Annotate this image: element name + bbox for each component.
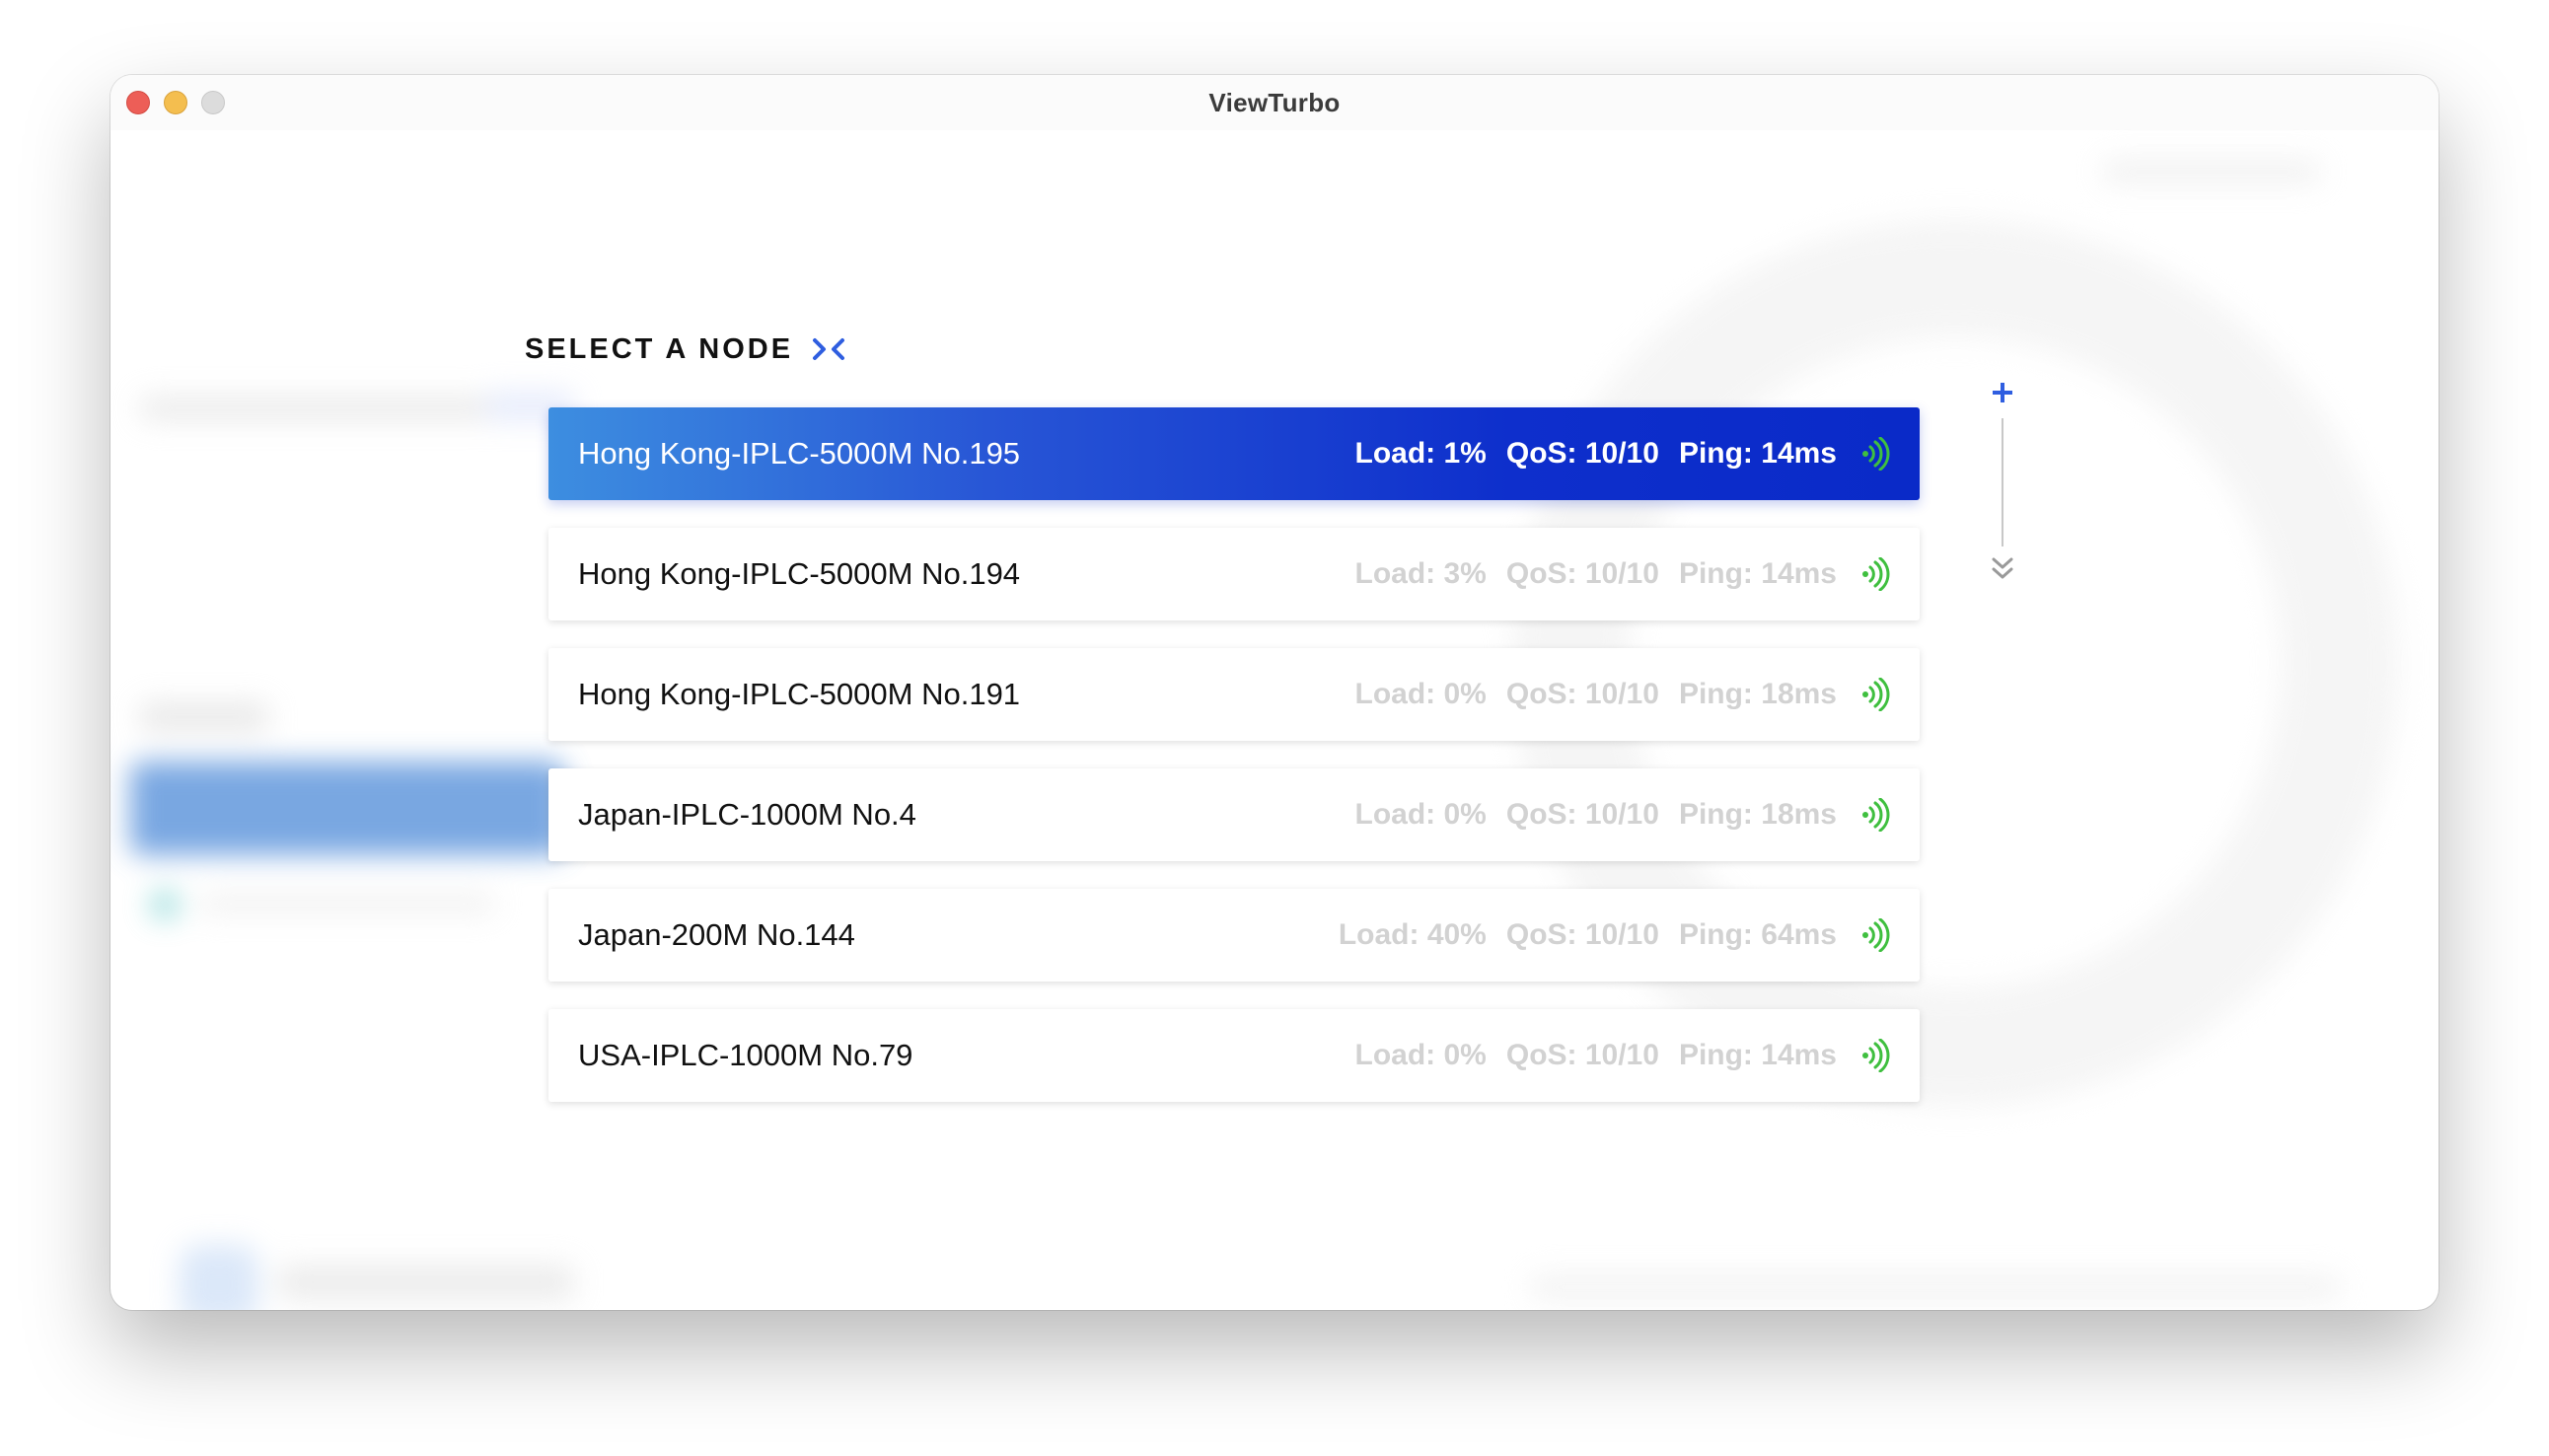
node-load: Load: 0% <box>1354 798 1487 831</box>
signal-strength-icon <box>1862 1039 1890 1072</box>
node-ping: Ping: 14ms <box>1678 437 1837 470</box>
node-stats: Load: 3% QoS: 10/10 Ping: 14ms <box>1355 557 1838 591</box>
node-load: Load: 0% <box>1354 678 1487 710</box>
signal-strength-icon <box>1862 557 1890 591</box>
app-window: ViewTurbo SELECT A NODE Hong Kong-IPLC-5… <box>110 75 2439 1310</box>
node-list-scroller <box>1985 381 2020 608</box>
node-item[interactable]: Hong Kong-IPLC-5000M No.194 Load: 3% QoS… <box>548 528 1920 620</box>
node-qos: QoS: 10/10 <box>1505 678 1659 710</box>
node-list: Hong Kong-IPLC-5000M No.195 Load: 1% QoS… <box>548 407 1920 1129</box>
node-load: Load: 1% <box>1354 437 1487 470</box>
node-name: USA-IPLC-1000M No.79 <box>578 1038 913 1072</box>
node-stats: Load: 0% QoS: 10/10 Ping: 18ms <box>1355 798 1838 832</box>
node-load: Load: 0% <box>1354 1039 1487 1071</box>
node-load: Load: 3% <box>1354 557 1487 590</box>
node-stats: Load: 40% QoS: 10/10 Ping: 64ms <box>1339 918 1837 952</box>
node-name: Hong Kong-IPLC-5000M No.194 <box>578 556 1021 591</box>
node-item[interactable]: USA-IPLC-1000M No.79 Load: 0% QoS: 10/10… <box>548 1009 1920 1102</box>
chevron-double-down-icon[interactable] <box>1989 554 2016 584</box>
node-ping: Ping: 18ms <box>1678 678 1837 710</box>
node-qos: QoS: 10/10 <box>1505 1039 1659 1071</box>
node-stats: Load: 0% QoS: 10/10 Ping: 14ms <box>1355 1039 1838 1072</box>
node-item-selected[interactable]: Hong Kong-IPLC-5000M No.195 Load: 1% QoS… <box>548 407 1920 500</box>
panel-title: SELECT A NODE <box>525 332 794 365</box>
signal-strength-icon <box>1862 798 1890 832</box>
desktop: ViewTurbo SELECT A NODE Hong Kong-IPLC-5… <box>0 0 2549 1456</box>
scroll-track[interactable] <box>2002 418 2003 546</box>
signal-strength-icon <box>1862 918 1890 952</box>
node-qos: QoS: 10/10 <box>1505 918 1659 951</box>
panel-header: SELECT A NODE <box>525 331 846 367</box>
node-ping: Ping: 18ms <box>1678 798 1837 831</box>
node-name: Hong Kong-IPLC-5000M No.191 <box>578 677 1021 711</box>
node-qos: QoS: 10/10 <box>1505 557 1659 590</box>
node-qos: QoS: 10/10 <box>1505 437 1659 470</box>
node-item[interactable]: Japan-200M No.144 Load: 40% QoS: 10/10 P… <box>548 889 1920 982</box>
node-stats: Load: 1% QoS: 10/10 Ping: 14ms <box>1355 437 1838 471</box>
signal-strength-icon <box>1862 437 1890 471</box>
node-ping: Ping: 64ms <box>1678 918 1837 951</box>
node-item[interactable]: Japan-IPLC-1000M No.4 Load: 0% QoS: 10/1… <box>548 768 1920 861</box>
signal-strength-icon <box>1862 678 1890 711</box>
node-name: Hong Kong-IPLC-5000M No.195 <box>578 436 1021 471</box>
node-load: Load: 40% <box>1338 918 1487 951</box>
plus-icon[interactable] <box>1991 381 2014 404</box>
collapse-arrows-icon[interactable] <box>811 331 846 367</box>
node-stats: Load: 0% QoS: 10/10 Ping: 18ms <box>1355 678 1838 711</box>
node-name: Japan-IPLC-1000M No.4 <box>578 797 916 832</box>
node-qos: QoS: 10/10 <box>1505 798 1659 831</box>
node-name: Japan-200M No.144 <box>578 917 855 952</box>
node-ping: Ping: 14ms <box>1678 1039 1837 1071</box>
node-item[interactable]: Hong Kong-IPLC-5000M No.191 Load: 0% QoS… <box>548 648 1920 741</box>
node-ping: Ping: 14ms <box>1678 557 1837 590</box>
node-selection-panel: SELECT A NODE Hong Kong-IPLC-5000M No.19… <box>110 75 2439 1310</box>
